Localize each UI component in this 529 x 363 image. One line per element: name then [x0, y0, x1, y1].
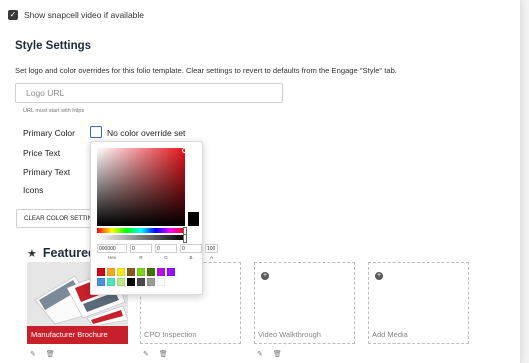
style-settings-title: Style Settings — [15, 40, 92, 52]
color-picker-popover: Hex R G B A — [90, 141, 218, 295]
preset-swatch[interactable] — [147, 278, 155, 286]
preset-swatches — [97, 268, 175, 286]
trash-icon[interactable]: 🗑 — [273, 350, 282, 358]
preset-swatch[interactable] — [157, 278, 165, 286]
preset-swatch[interactable] — [117, 278, 125, 286]
snapcell-label: Show snapcell video if available — [24, 10, 145, 20]
b-input[interactable] — [180, 244, 202, 253]
slot-tools: ✎ 🗑 — [257, 350, 282, 358]
saturation-cursor[interactable] — [182, 148, 187, 153]
preset-swatch[interactable] — [137, 278, 145, 286]
add-icon[interactable]: + — [375, 272, 383, 280]
b-caption: B — [189, 255, 193, 260]
preset-swatch[interactable] — [117, 268, 125, 276]
primary-color-label: Primary Color — [23, 128, 75, 138]
featured-heading: ★ Featured — [27, 246, 96, 260]
preset-swatch[interactable] — [107, 278, 115, 286]
star-icon: ★ — [27, 247, 37, 260]
b-field-group: B — [180, 244, 202, 260]
preset-swatch[interactable] — [147, 268, 155, 276]
preset-swatch[interactable] — [107, 268, 115, 276]
slot-tools: ✎ 🗑 — [30, 350, 55, 358]
icons-label: Icons — [23, 185, 44, 195]
slot-label: Video Walkthrough — [258, 330, 321, 339]
slot-label: Add Media — [372, 330, 408, 339]
primary-color-swatch[interactable] — [90, 126, 102, 138]
preset-swatch[interactable] — [167, 268, 175, 276]
g-field-group: G — [155, 244, 177, 260]
alpha-handle[interactable] — [183, 234, 187, 243]
preset-swatch[interactable] — [127, 268, 135, 276]
logo-url-input[interactable] — [15, 83, 283, 103]
featured-title: Featured — [42, 246, 96, 260]
primary-color-status: No color override set — [107, 128, 186, 138]
add-icon[interactable]: + — [261, 272, 269, 280]
color-preview — [188, 212, 199, 226]
slot-label: Manufacturer Brochure — [27, 326, 128, 344]
pencil-icon[interactable]: ✎ — [30, 350, 36, 358]
alpha-slider[interactable] — [97, 234, 187, 243]
saturation-area[interactable] — [97, 148, 187, 226]
clear-color-settings-button[interactable]: CLEAR COLOR SETTINGS — [16, 209, 100, 228]
pencil-icon[interactable]: ✎ — [257, 350, 263, 358]
logo-url-hint: URL must start with https — [23, 108, 85, 114]
featured-slot-video-walkthrough[interactable]: + Video Walkthrough — [254, 262, 355, 344]
r-input[interactable] — [130, 244, 152, 253]
hue-slider[interactable] — [97, 227, 187, 236]
preset-swatch[interactable] — [97, 268, 105, 276]
style-settings-description: Set logo and color overrides for this fo… — [15, 66, 397, 75]
preset-swatch[interactable] — [137, 268, 145, 276]
r-field-group: R — [130, 244, 152, 260]
pencil-icon[interactable]: ✎ — [143, 350, 149, 358]
a-caption: A — [209, 255, 213, 260]
snapcell-checkbox[interactable]: ✓ — [8, 10, 18, 20]
price-text-label: Price Text — [23, 148, 61, 158]
preset-swatch[interactable] — [157, 268, 165, 276]
trash-icon[interactable]: 🗑 — [46, 350, 55, 358]
g-caption: G — [164, 255, 168, 260]
preset-swatch[interactable] — [97, 278, 105, 286]
check-icon: ✓ — [9, 10, 17, 19]
g-input[interactable] — [155, 244, 177, 253]
slot-label: CPO Inspection — [144, 330, 197, 339]
style-settings-panel: ✓ Show snapcell video if available Style… — [0, 0, 521, 363]
hex-input[interactable] — [97, 244, 127, 253]
preset-swatch[interactable] — [127, 278, 135, 286]
snapcell-row[interactable]: ✓ Show snapcell video if available — [8, 10, 144, 20]
color-fields: Hex R G B A — [97, 244, 218, 260]
featured-slot-add-media[interactable]: + Add Media — [368, 262, 469, 344]
a-field-group: A — [205, 244, 218, 260]
trash-icon[interactable]: 🗑 — [159, 350, 168, 358]
primary-text-label: Primary Text — [23, 167, 71, 177]
slot-tools: ✎ 🗑 — [143, 350, 168, 358]
r-caption: R — [139, 255, 143, 260]
hex-caption: Hex — [107, 255, 116, 260]
hex-field-group: Hex — [97, 244, 127, 260]
a-input[interactable] — [205, 244, 218, 253]
